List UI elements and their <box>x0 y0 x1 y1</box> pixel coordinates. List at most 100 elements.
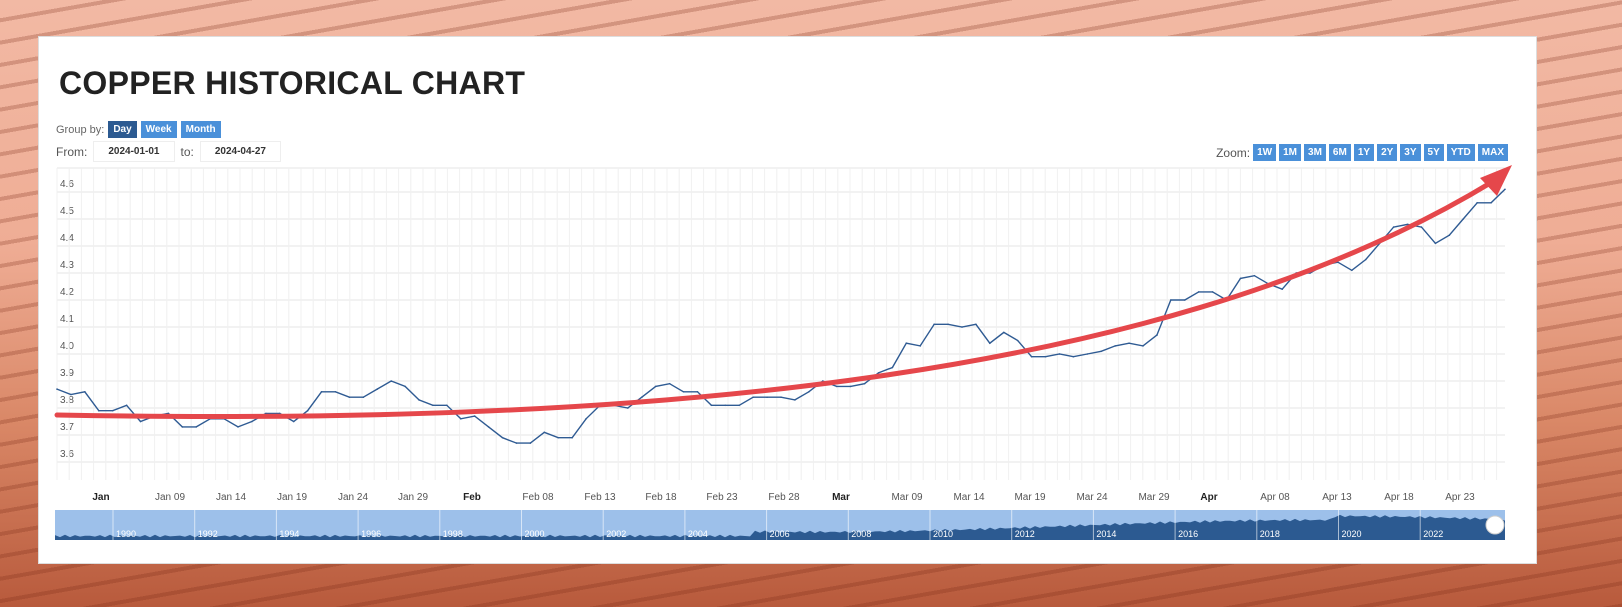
x-tick-label: Jan 24 <box>338 492 368 503</box>
y-tick-label: 4.1 <box>60 314 74 325</box>
x-tick-label: Feb 08 <box>522 492 554 503</box>
data-point <box>1058 353 1061 355</box>
data-point <box>404 385 406 388</box>
x-tick-label: Mar 14 <box>953 492 985 503</box>
data-point <box>1072 355 1075 358</box>
data-point <box>543 431 546 434</box>
data-point <box>334 391 337 393</box>
data-point <box>585 418 587 420</box>
data-point <box>919 345 922 347</box>
x-tick-label: Apr 08 <box>1260 492 1290 503</box>
x-tick-label: Feb <box>463 492 481 503</box>
x-tick-label: Mar 24 <box>1076 492 1108 503</box>
navigator-tick-label: 1992 <box>198 529 218 539</box>
x-tick-label: Jan <box>92 492 109 503</box>
data-point <box>1183 299 1186 301</box>
x-tick-label: Feb 13 <box>584 492 616 503</box>
data-point <box>1420 226 1423 228</box>
data-point <box>515 442 518 444</box>
navigator-tick-label: 2008 <box>851 529 871 539</box>
data-point <box>557 436 560 439</box>
data-point <box>195 426 198 428</box>
data-point <box>710 404 713 407</box>
data-point <box>1462 218 1465 220</box>
navigator-tick-label: 2006 <box>770 529 790 539</box>
x-tick-label: Apr <box>1200 492 1217 503</box>
data-point <box>306 409 309 412</box>
y-tick-label: 4.5 <box>60 206 74 217</box>
data-point <box>125 404 128 407</box>
data-point <box>1016 339 1019 342</box>
y-tick-label: 4.3 <box>60 260 74 271</box>
data-point <box>627 407 629 409</box>
data-point <box>1002 331 1005 334</box>
price-series-line <box>56 188 1506 444</box>
data-point <box>111 409 114 412</box>
data-point <box>1253 274 1256 277</box>
navigator-tick-label: 2022 <box>1423 529 1443 539</box>
data-point <box>933 323 935 326</box>
data-point <box>808 391 810 393</box>
data-point <box>1434 242 1437 245</box>
data-point <box>961 326 963 328</box>
x-tick-label: Apr 23 <box>1445 492 1475 503</box>
data-point <box>139 420 142 423</box>
navigator-tick-label: 2018 <box>1260 529 1280 539</box>
data-point <box>56 388 58 390</box>
data-point <box>1476 202 1478 204</box>
data-point <box>459 418 462 420</box>
data-point <box>1128 342 1130 345</box>
x-tick-label: Jan 09 <box>155 492 185 503</box>
navigator-tick-label: 2004 <box>688 529 708 539</box>
data-point <box>251 420 253 423</box>
data-point <box>738 404 741 407</box>
data-point <box>1030 355 1033 358</box>
navigator-tick-label: 2010 <box>933 529 953 539</box>
x-tick-label: Mar <box>832 492 850 503</box>
data-point <box>70 393 72 396</box>
data-point <box>376 388 379 390</box>
data-point <box>1086 353 1089 355</box>
data-point <box>1364 258 1367 261</box>
data-point <box>640 396 643 399</box>
data-point <box>1281 288 1284 291</box>
navigator-tick-label: 1996 <box>361 529 381 539</box>
data-point <box>724 404 727 407</box>
data-point <box>794 399 796 401</box>
data-point <box>432 404 434 407</box>
data-point <box>97 409 100 412</box>
x-tick-label: Mar 29 <box>1138 492 1170 503</box>
y-tick-label: 4.4 <box>60 233 74 244</box>
price-chart[interactable]: 3.6 3.7 3.8 3.9 4.0 4.1 4.2 4.3 4.4 4.5 4.6 Jan Jan … <box>0 0 1622 607</box>
x-tick-label: Feb 18 <box>645 492 677 503</box>
navigator-tick-label: 1994 <box>279 529 299 539</box>
data-point <box>1239 277 1242 280</box>
data-point <box>654 385 657 388</box>
data-point <box>1351 269 1353 272</box>
data-point <box>975 323 977 326</box>
data-point <box>835 385 838 388</box>
y-tick-label: 3.8 <box>60 395 74 406</box>
y-tick-label: 4.0 <box>60 341 74 352</box>
x-tick-label: Apr 13 <box>1322 492 1352 503</box>
x-tick-label: Jan 19 <box>277 492 307 503</box>
data-point <box>752 396 754 399</box>
x-tick-label: Feb 23 <box>706 492 738 503</box>
navigator-tick-label: 1990 <box>116 529 136 539</box>
data-point <box>348 396 351 399</box>
data-point <box>1392 226 1395 228</box>
data-point <box>362 396 365 399</box>
navigator-tick-label: 2020 <box>1342 529 1362 539</box>
x-tick-label: Mar 09 <box>891 492 923 503</box>
data-point <box>877 372 880 374</box>
y-tick-label: 3.9 <box>60 368 74 379</box>
data-point <box>989 342 991 345</box>
navigator-handle[interactable] <box>1485 515 1505 535</box>
data-point <box>1156 334 1158 336</box>
data-point <box>1504 188 1506 191</box>
data-point <box>487 426 490 428</box>
data-point <box>320 391 323 393</box>
data-point <box>1100 350 1103 353</box>
data-point <box>571 436 573 439</box>
data-point <box>237 426 239 428</box>
